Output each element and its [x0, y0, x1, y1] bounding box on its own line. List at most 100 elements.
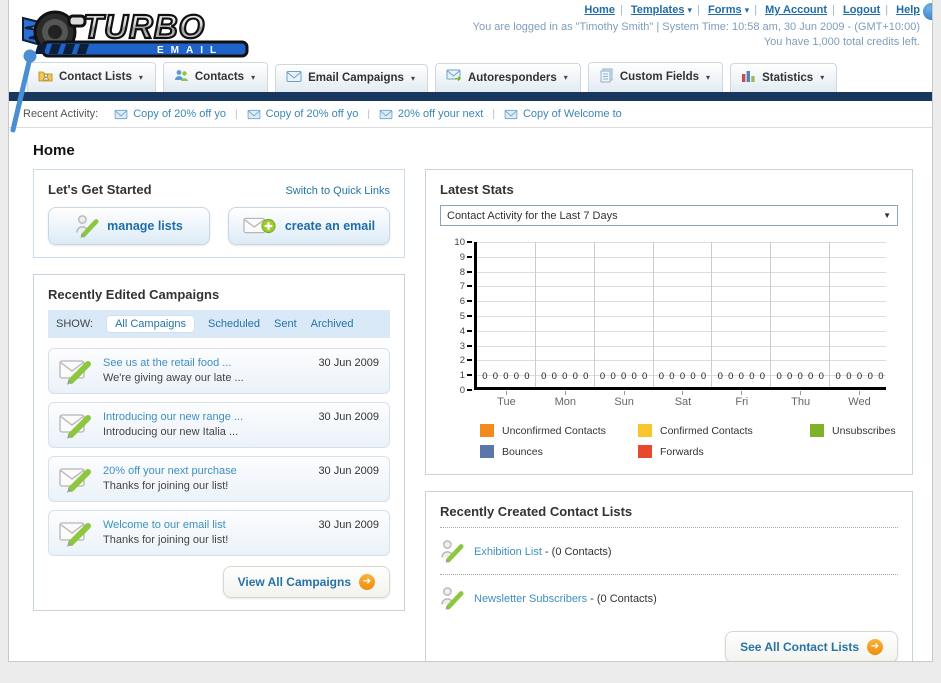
person-pencil-icon: [441, 587, 464, 610]
chart-value-labels: 00000: [771, 371, 829, 382]
chart-x-axis: Tue Mon Sun Sat Fri Thu Wed: [477, 390, 889, 408]
chart-value-label: 0: [846, 371, 852, 382]
chart-day-column: 00000: [536, 242, 595, 387]
campaign-title-link[interactable]: Introducing our new range ...: [103, 411, 308, 423]
turbo-email-logo: TURBO EMAIL: [17, 4, 265, 65]
top-nav-forms[interactable]: Forms: [708, 4, 742, 16]
nav-separator: |: [619, 4, 623, 16]
legend-swatch: [480, 424, 494, 437]
chevron-down-icon: ▾: [687, 5, 693, 15]
view-all-campaigns-button[interactable]: View All Campaigns ➔: [222, 566, 390, 598]
tab-email-campaigns[interactable]: Email Campaigns ▾: [275, 64, 428, 92]
envelope-icon: [504, 109, 518, 119]
contact-list-item[interactable]: Newsletter Subscribers - (0 Contacts): [440, 583, 898, 613]
chart-value-label: 0: [856, 371, 863, 382]
campaign-title-link[interactable]: Welcome to our email list: [103, 519, 308, 531]
tab-contact-lists[interactable]: Contact Lists ▾: [27, 62, 156, 92]
chart-value-label: 0: [717, 371, 723, 382]
see-all-contact-lists-button[interactable]: See All Contact Lists ➔: [725, 631, 898, 661]
chart-x-tick-label: Wed: [830, 390, 889, 408]
recent-activity-item[interactable]: Copy of 20% off yo: [114, 108, 226, 120]
tab-label: Contacts: [194, 71, 245, 83]
tab-label: Autoresponders: [467, 71, 557, 84]
chart-y-tick: [467, 241, 472, 243]
contact-list-link[interactable]: Newsletter Subscribers: [474, 593, 587, 605]
recent-activity-text: Copy of Welcome to: [522, 108, 622, 120]
chart-y-tick-label: 8: [459, 266, 465, 278]
tab-autoresponders[interactable]: Autoresponders ▾: [434, 63, 581, 92]
chart-x-tick-label: Fri: [712, 390, 771, 408]
campaign-row[interactable]: 20% off your next purchase Thanks for jo…: [48, 456, 390, 502]
chart-y-tick-label: 10: [454, 237, 465, 248]
legend-swatch: [638, 445, 652, 458]
campaign-title-link[interactable]: See us at the retail food ...: [103, 357, 308, 369]
chart-value-labels: 00000: [595, 371, 653, 382]
filter-sent[interactable]: Sent: [274, 318, 297, 330]
chart-y-tick: [467, 300, 472, 303]
recent-activity-bar: Recent Activity: Copy of 20% off yo | Co…: [9, 101, 932, 128]
chart-day-column: 00000: [477, 242, 536, 387]
chart-x-tick-label: Mon: [536, 390, 595, 408]
legend-swatch: [638, 424, 652, 437]
recent-activity-item[interactable]: Copy of 20% off yo: [247, 108, 358, 120]
page-title: Home: [33, 142, 75, 159]
show-label: SHOW:: [56, 318, 94, 330]
manage-lists-button[interactable]: manage lists: [48, 207, 210, 245]
contacts-icon: [174, 68, 189, 86]
chart-value-label: 0: [808, 371, 814, 382]
recent-contact-lists-title: Recently Created Contact Lists: [440, 504, 633, 519]
tab-custom-fields[interactable]: Custom Fields ▾: [587, 62, 724, 92]
contact-list-item[interactable]: Exhibition List - (0 Contacts): [440, 536, 898, 566]
recent-activity-item[interactable]: 20% off your next: [379, 108, 483, 120]
switch-quick-links-link[interactable]: Switch to Quick Links: [285, 185, 390, 197]
campaign-title-link[interactable]: 20% off your next purchase: [103, 465, 308, 477]
legend-swatch: [480, 445, 494, 458]
chart-y-tick: [467, 374, 472, 377]
arrow-right-icon: ➔: [359, 574, 375, 590]
create-email-button[interactable]: create an email: [228, 207, 390, 245]
chart-value-label: 0: [513, 371, 520, 382]
tab-contacts[interactable]: Contacts ▾: [162, 62, 269, 92]
filter-scheduled[interactable]: Scheduled: [208, 318, 260, 330]
envelope-pencil-icon: [59, 414, 91, 439]
contact-list-link[interactable]: Exhibition List: [474, 546, 542, 558]
top-nav-logout[interactable]: Logout: [843, 4, 880, 16]
legend-item: Bounces: [480, 445, 638, 458]
email-campaigns-icon: [286, 70, 302, 86]
autoresponders-icon: [446, 69, 462, 86]
chart-value-label: 0: [797, 371, 803, 382]
top-nav-templates[interactable]: Templates: [631, 4, 685, 16]
chart-y-tick: [467, 285, 472, 288]
chart-x-tick: [858, 391, 860, 395]
legend-label: Bounces: [502, 445, 543, 458]
campaign-row[interactable]: See us at the retail food ... We're givi…: [48, 348, 390, 394]
chart-y-tick-label: 2: [459, 355, 465, 367]
top-nav-home[interactable]: Home: [584, 4, 615, 16]
envelope-plus-icon: [243, 217, 276, 234]
envelope-icon: [379, 109, 393, 119]
top-nav-my-account[interactable]: My Account: [765, 4, 827, 16]
filter-all-campaigns[interactable]: All Campaigns: [107, 316, 194, 332]
chevron-down-icon: ▾: [744, 5, 750, 15]
campaign-subtitle: We're giving away our late ...: [103, 372, 244, 384]
stats-period-select[interactable]: Contact Activity for the Last 7 Days ▼: [440, 205, 898, 226]
activity-separator: |: [367, 108, 370, 120]
recent-activity-item[interactable]: Copy of Welcome to: [504, 108, 622, 120]
chart-x-tick: [505, 391, 507, 395]
chart-y-tick-label: 4: [459, 325, 465, 337]
chart-y-tick-label: 9: [459, 251, 465, 263]
campaign-date: 30 Jun 2009: [318, 411, 379, 423]
campaign-row[interactable]: Welcome to our email list Thanks for joi…: [48, 510, 390, 556]
campaign-row[interactable]: Introducing our new range ... Introducin…: [48, 402, 390, 448]
chart-value-label: 0: [503, 371, 509, 382]
decoration-blue-dot: [923, 3, 932, 20]
chart-value-label: 0: [572, 371, 578, 382]
dotted-divider: [440, 574, 898, 575]
top-nav-help[interactable]: Help: [896, 4, 920, 16]
chart-value-label: 0: [492, 371, 499, 382]
legend-item: Unconfirmed Contacts: [480, 424, 638, 437]
tab-statistics[interactable]: Statistics ▾: [730, 63, 838, 92]
filter-archived[interactable]: Archived: [311, 318, 354, 330]
chart-value-labels: 00000: [654, 371, 712, 382]
stats-period-value: Contact Activity for the Last 7 Days: [447, 209, 618, 222]
